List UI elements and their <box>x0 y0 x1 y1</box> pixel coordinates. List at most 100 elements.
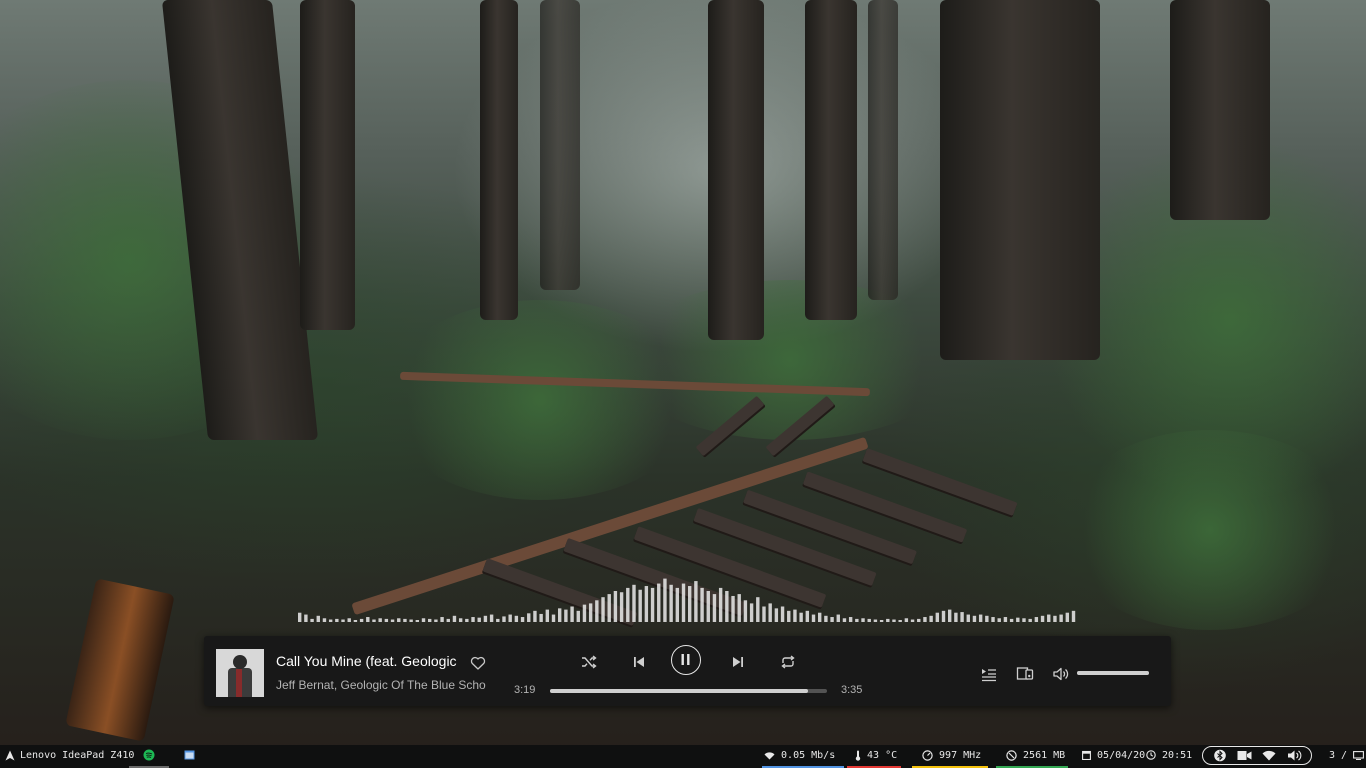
visualizer-bar <box>886 618 890 622</box>
track-duration: 3:35 <box>841 684 863 696</box>
volume-icon[interactable] <box>1052 665 1070 683</box>
workspace-number: 3 / <box>1329 750 1354 761</box>
play-pause-button[interactable] <box>671 645 701 675</box>
visualizer-bar <box>576 610 580 622</box>
status-bar: Lenovo IdeaPad Z410 0.05 Mb/s 43 °C 997 … <box>0 745 1366 768</box>
visualizer-bar <box>1059 614 1063 622</box>
track-artist[interactable]: Jeff Bernat, Geologic Of The Blue Scho <box>276 678 494 692</box>
heart-icon[interactable] <box>470 655 486 671</box>
visualizer-bar <box>378 618 382 622</box>
visualizer-bar <box>310 618 314 622</box>
bluetooth-icon[interactable] <box>1214 749 1226 762</box>
window-icon <box>184 750 195 760</box>
visualizer-bar <box>805 610 810 622</box>
volume-slider[interactable] <box>1077 671 1149 675</box>
skip-next-icon[interactable] <box>729 653 747 671</box>
visualizer-bar <box>824 615 828 622</box>
visualizer-bar <box>328 619 333 622</box>
visualizer-bar <box>638 589 642 622</box>
visualizer-bar <box>613 591 618 622</box>
cpu-temperature: 43 °C <box>847 745 901 768</box>
monitor-icon <box>1353 750 1365 760</box>
visualizer-bar <box>910 619 915 622</box>
visualizer-bar <box>347 618 351 622</box>
visualizer-bar <box>842 618 847 622</box>
visualizer-bar <box>1022 618 1026 622</box>
visualizer-bar <box>737 594 741 622</box>
visualizer-bar <box>787 610 791 622</box>
visualizer-bar <box>669 584 673 622</box>
visualizer-bar <box>793 609 797 622</box>
visualizer-bar <box>397 618 401 622</box>
visualizer-bar <box>458 618 463 622</box>
visualizer-bar <box>558 608 562 622</box>
repeat-icon[interactable] <box>779 653 797 671</box>
visualizer-bar <box>818 612 822 622</box>
skip-previous-icon[interactable] <box>630 653 648 671</box>
visualizer-bar <box>595 600 599 622</box>
album-cover[interactable] <box>216 649 264 697</box>
visualizer-bar <box>527 613 531 622</box>
visualizer-bar <box>1053 615 1057 622</box>
visualizer-bar <box>403 618 407 622</box>
visualizer-bar <box>650 587 655 622</box>
visualizer-bar <box>644 586 649 622</box>
memory-usage: 2561 MB <box>996 745 1068 768</box>
visualizer-bar <box>867 618 871 622</box>
visualizer-bar <box>731 595 735 622</box>
volume-icon[interactable] <box>1287 749 1302 762</box>
visualizer-bar <box>1034 617 1039 622</box>
visualizer-bar <box>892 619 896 622</box>
visualizer-bar <box>743 600 748 622</box>
workspace-app-window[interactable] <box>184 745 195 768</box>
visualizer-bar <box>663 578 667 622</box>
visualizer-bar <box>904 618 909 622</box>
memory-icon <box>1006 749 1017 761</box>
playback-progress-bar[interactable] <box>550 689 827 693</box>
visualizer-bar <box>465 618 469 622</box>
visualizer-bar <box>855 618 859 622</box>
connect-device-icon[interactable] <box>1016 665 1034 683</box>
visualizer-bar <box>489 614 494 622</box>
launcher[interactable] <box>5 745 15 768</box>
visualizer-bar <box>551 614 556 622</box>
audio-visualizer <box>298 578 1076 622</box>
visualizer-bar <box>1009 618 1014 622</box>
visualizer-bar <box>341 619 345 622</box>
visualizer-bar <box>657 583 661 622</box>
track-title[interactable]: Call You Mine (feat. Geologic <box>276 653 462 669</box>
visualizer-bar <box>533 610 537 622</box>
visualizer-bar <box>471 617 475 622</box>
date: 05/04/20 <box>1082 745 1145 768</box>
visualizer-bar <box>564 609 568 622</box>
thermometer-icon <box>855 750 861 761</box>
visualizer-bar <box>440 617 444 622</box>
visualizer-bar <box>997 618 1001 622</box>
visualizer-bar <box>1003 617 1008 622</box>
volume-fill <box>1077 671 1149 675</box>
workspace-indicator[interactable]: 3 / <box>1329 745 1365 768</box>
visualizer-bar <box>428 618 432 622</box>
visualizer-bar <box>508 614 512 622</box>
calendar-icon <box>1082 750 1091 760</box>
music-player-bar: Call You Mine (feat. Geologic Jeff Berna… <box>204 636 1171 706</box>
visualizer-bar <box>353 620 358 622</box>
visualizer-bar <box>477 617 481 622</box>
visualizer-bar <box>700 587 704 622</box>
hostname: Lenovo IdeaPad Z410 <box>20 750 135 761</box>
queue-icon[interactable] <box>980 665 998 683</box>
shuffle-icon[interactable] <box>580 653 598 671</box>
visualizer-bar <box>954 612 958 622</box>
visualizer-bar <box>725 591 729 622</box>
wifi-icon <box>764 751 775 759</box>
time-text: 20:51 <box>1162 750 1193 761</box>
cpu-frequency: 997 MHz <box>912 745 988 768</box>
visualizer-bar <box>774 608 779 622</box>
workspace-app-spotify[interactable] <box>129 745 169 768</box>
camera-icon[interactable] <box>1237 750 1252 761</box>
visualizer-bar <box>799 612 803 622</box>
visualizer-bar <box>496 618 500 622</box>
wifi-icon[interactable] <box>1262 750 1276 761</box>
visualizer-bar <box>322 618 327 622</box>
visualizer-bar <box>780 606 785 622</box>
